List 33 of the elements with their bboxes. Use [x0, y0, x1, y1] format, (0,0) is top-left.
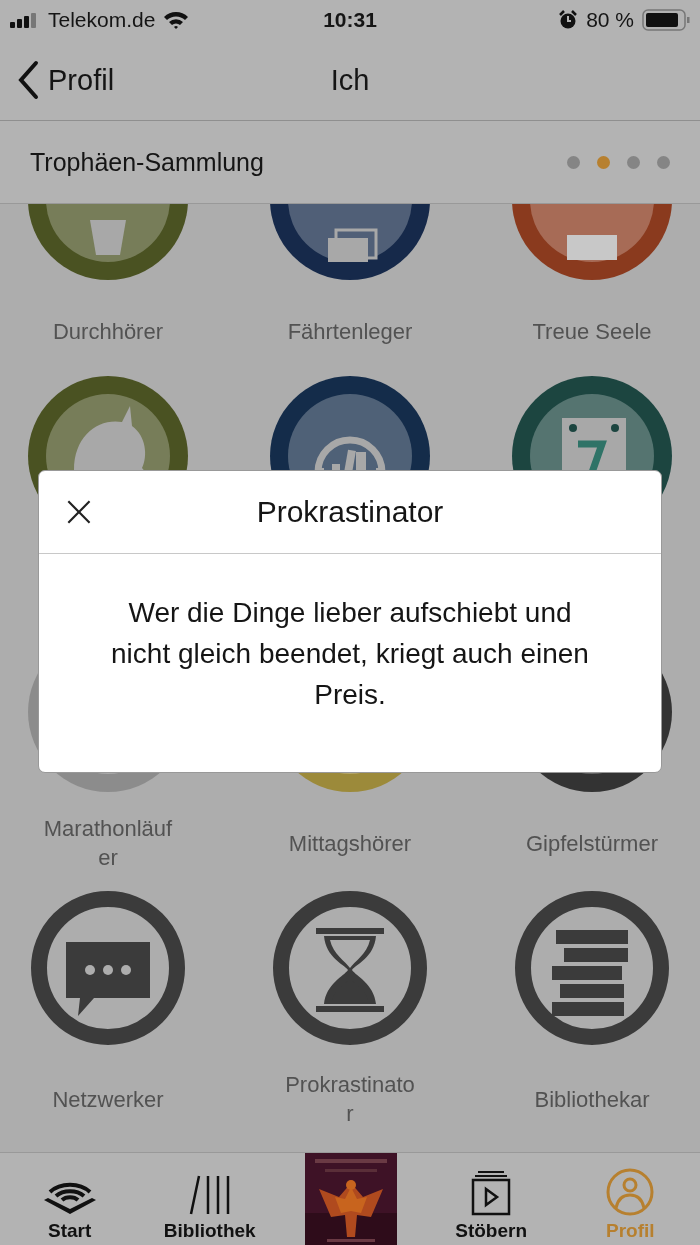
dialog-title: Prokrastinator	[256, 495, 444, 529]
badge-name: Prokrastinator	[284, 1071, 416, 1128]
back-label[interactable]: Profil	[48, 63, 115, 97]
page-dot[interactable]	[567, 155, 580, 169]
alarm-icon	[558, 10, 579, 30]
page-dot[interactable]	[657, 155, 670, 169]
badge-name: Treue Seele	[532, 317, 652, 346]
badge-name: Marathonläufer	[42, 815, 174, 872]
page-dot[interactable]	[627, 155, 640, 169]
badge-name: Netzwerker	[52, 1085, 164, 1114]
back-link[interactable]: Profil	[0, 60, 115, 100]
battery-icon	[642, 9, 690, 31]
tab-item[interactable]: Start	[24, 1156, 115, 1242]
chevron-left-icon	[16, 60, 40, 100]
close-button[interactable]: ×	[57, 489, 101, 533]
badge-name: Gipfelstürmer	[525, 829, 658, 858]
tab-item[interactable]: Stöbern	[446, 1156, 537, 1242]
page-title: Ich	[330, 63, 370, 97]
tab-item[interactable]: Bibliothek	[163, 1156, 256, 1242]
page-dot[interactable]	[597, 155, 610, 169]
library-icon	[188, 1174, 231, 1216]
battery-percent: 80 %	[586, 8, 634, 32]
dialog-message: Wer die Dinge lieber aufschiebt und nicht gleich beendet, kriegt auch einen Preis.	[110, 596, 590, 712]
carrier: Telekom.de	[48, 8, 156, 32]
badge-name: Fährtenleger	[287, 317, 413, 346]
badge-name: Durchhörer	[52, 317, 163, 346]
badge-name: Mittagshörer	[288, 829, 412, 858]
profile-icon	[606, 1168, 655, 1216]
play-stack-icon	[471, 1170, 512, 1216]
badge-name: Bibliothekar	[534, 1085, 650, 1114]
section-title: Trophäen-Sammlung	[30, 147, 264, 177]
wifi-icon	[163, 10, 190, 30]
clock-time: 10:31	[323, 8, 377, 32]
